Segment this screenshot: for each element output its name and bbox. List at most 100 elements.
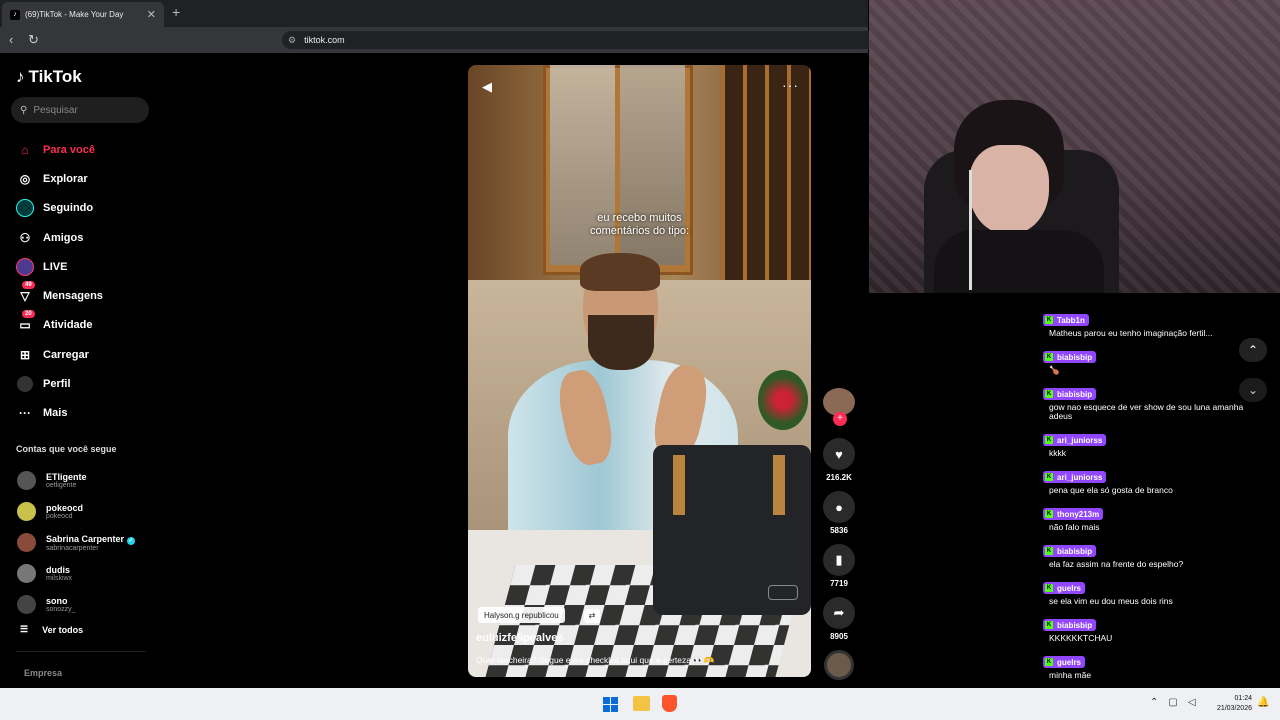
- nav-label: Mensagens: [43, 290, 103, 303]
- account-item[interactable]: dudis milskiwx: [17, 558, 157, 589]
- saves-count: 7719: [830, 579, 848, 588]
- clock-date: 21/03/2026: [1216, 705, 1252, 712]
- nav-label: Mais: [43, 407, 68, 420]
- see-all-button[interactable]: ☰ Ver todos: [20, 624, 83, 635]
- chat-message: Kari_juniorsspena que ela só gosta de br…: [1041, 465, 1261, 495]
- nav-item-mais[interactable]: ··· Mais: [16, 399, 156, 428]
- video-caption: eu recebo muitos comentários do tipo:: [589, 212, 690, 237]
- nav-item-live[interactable]: LIVE: [16, 252, 156, 281]
- activity-icon: ▭ 20: [16, 310, 35, 334]
- nav-item-atividade[interactable]: ▭ 20 Atividade: [16, 310, 156, 340]
- video-description: Quer lancheira? Segue esse checklist aqu…: [476, 655, 715, 665]
- chat-username-text: biabisbip: [1057, 620, 1093, 630]
- account-item[interactable]: pokeocd pokeocd: [17, 496, 157, 527]
- save-button[interactable]: ▮: [823, 544, 855, 576]
- nav-label: Carregar: [43, 348, 89, 361]
- shares-count: 8905: [830, 632, 848, 641]
- chat-username: Kari_juniorss: [1043, 434, 1107, 446]
- tiktok-favicon-icon: ♪: [10, 9, 20, 20]
- account-name: dudis: [46, 565, 70, 575]
- nav-item-amigos[interactable]: ⚇ Amigos: [16, 223, 156, 252]
- chat-username: Kthony213m: [1043, 508, 1104, 520]
- clock[interactable]: 01:24 21/03/2026: [1206, 694, 1252, 714]
- new-tab-button[interactable]: +: [172, 4, 180, 20]
- file-explorer-icon[interactable]: [633, 696, 650, 711]
- verified-icon: ✓: [127, 536, 136, 545]
- repost-icon[interactable]: ⇄: [584, 609, 600, 623]
- account-item[interactable]: sono sonozzy_: [17, 589, 157, 620]
- webcam-scene: [934, 230, 1104, 293]
- nav-item-explorar[interactable]: ◎ Explorar: [16, 164, 156, 193]
- kick-icon: K: [1045, 353, 1053, 361]
- share-button[interactable]: ➦: [823, 597, 855, 629]
- chat-text: pena que ela só gosta de branco: [1049, 485, 1173, 495]
- video-scene: [721, 65, 811, 285]
- video-author[interactable]: euluizfelipealves: [476, 632, 563, 644]
- messages-badge: 49: [22, 281, 35, 290]
- chat-text: ela faz assim na frente do espelho?: [1049, 559, 1184, 569]
- account-item[interactable]: ETligente oetligente: [17, 465, 157, 496]
- account-handle: oetligente: [46, 482, 77, 489]
- comment-button[interactable]: ●: [823, 491, 855, 523]
- company-link[interactable]: Empresa: [24, 668, 62, 678]
- music-disc-icon[interactable]: [824, 650, 854, 680]
- more-options-icon[interactable]: ···: [782, 77, 799, 93]
- chevron-up-icon[interactable]: ⌃: [1150, 697, 1158, 708]
- creator-avatar[interactable]: +: [823, 388, 855, 426]
- nav-item-carregar[interactable]: ⊞ Carregar: [16, 340, 156, 369]
- chat-text: Matheus parou eu tenho imaginação fertil…: [1049, 328, 1213, 338]
- next-video-button[interactable]: ⌄: [1239, 378, 1267, 402]
- nav-item-seguindo[interactable]: Seguindo: [16, 194, 156, 223]
- chat-message: Kbiabisbip 🍗: [1041, 345, 1261, 375]
- account-item[interactable]: Sabrina Carpenter ✓ sabrinacarpenter: [17, 527, 157, 558]
- repost-badge[interactable]: Halyson.g republicou: [478, 607, 565, 623]
- reload-icon[interactable]: ↻: [28, 32, 39, 48]
- close-tab-icon[interactable]: ✕: [147, 8, 156, 21]
- kick-icon: K: [1045, 658, 1053, 666]
- sidebar: ♪ TikTok ⚲ Pesquisar ⌂ Para você ◎ Explo…: [0, 53, 160, 688]
- back-icon[interactable]: ‹: [9, 32, 13, 47]
- stream-chat: K Tabb1n Matheus parou eu tenho imaginação…: [1041, 308, 1261, 687]
- video-scene: [580, 253, 660, 291]
- volume-icon[interactable]: ◁: [1188, 697, 1196, 708]
- windows-start-icon[interactable]: [603, 697, 618, 712]
- chat-username: Kbiabisbip: [1043, 545, 1097, 557]
- webcam-scene: [969, 170, 972, 290]
- search-input[interactable]: ⚲ Pesquisar: [11, 97, 149, 123]
- chat-text: 🍗: [1049, 365, 1060, 375]
- volume-icon[interactable]: ◀: [482, 79, 492, 95]
- video-player[interactable]: ◀ ··· eu recebo muitos comentários do ti…: [468, 65, 811, 677]
- follow-plus-icon[interactable]: +: [833, 412, 847, 426]
- nav-item-mensagens[interactable]: ▽ 49 Mensagens: [16, 281, 156, 310]
- chat-username-text: Tabb1n: [1057, 315, 1085, 325]
- chat-username: Kbiabisbip: [1043, 351, 1097, 363]
- like-button[interactable]: ♥: [823, 438, 855, 470]
- notification-icon[interactable]: 🔔: [1257, 697, 1269, 708]
- account-name: sono: [46, 596, 68, 606]
- video-scene: [768, 585, 798, 600]
- site-info-icon[interactable]: ⚙: [288, 35, 296, 46]
- chat-message: Kthony213m não falo mais: [1041, 502, 1261, 532]
- previous-video-button[interactable]: ⌃: [1239, 338, 1267, 362]
- chat-username-text: ari_juniorss: [1057, 472, 1103, 482]
- bookmark-icon: ▮: [835, 552, 843, 567]
- divider: [16, 651, 146, 652]
- account-name: pokeocd: [46, 503, 84, 513]
- comment-icon: ●: [835, 499, 843, 515]
- nav-item-perfil[interactable]: Perfil: [16, 369, 156, 398]
- url-field[interactable]: ⚙ tiktok.com: [282, 31, 872, 49]
- network-icon[interactable]: ▢: [1168, 697, 1177, 708]
- kick-icon: K: [1045, 473, 1053, 481]
- chat-username: Kbiabisbip: [1043, 388, 1097, 400]
- search-placeholder: Pesquisar: [33, 104, 78, 116]
- brave-browser-icon[interactable]: [662, 695, 677, 712]
- kick-icon: K: [1045, 584, 1053, 592]
- system-tray[interactable]: ⌃ ▢ ◁: [1150, 697, 1196, 708]
- chat-text: KKKKKKTCHAU: [1049, 633, 1113, 643]
- share-icon: ➦: [833, 605, 845, 620]
- chat-username-text: biabisbip: [1057, 546, 1093, 556]
- browser-tab[interactable]: ♪ (69)TikTok - Make Your Day ✕: [2, 2, 164, 27]
- nav-label: Seguindo: [43, 202, 94, 215]
- tiktok-logo[interactable]: ♪ TikTok: [16, 67, 82, 87]
- nav-item-para-voce[interactable]: ⌂ Para você: [16, 135, 156, 164]
